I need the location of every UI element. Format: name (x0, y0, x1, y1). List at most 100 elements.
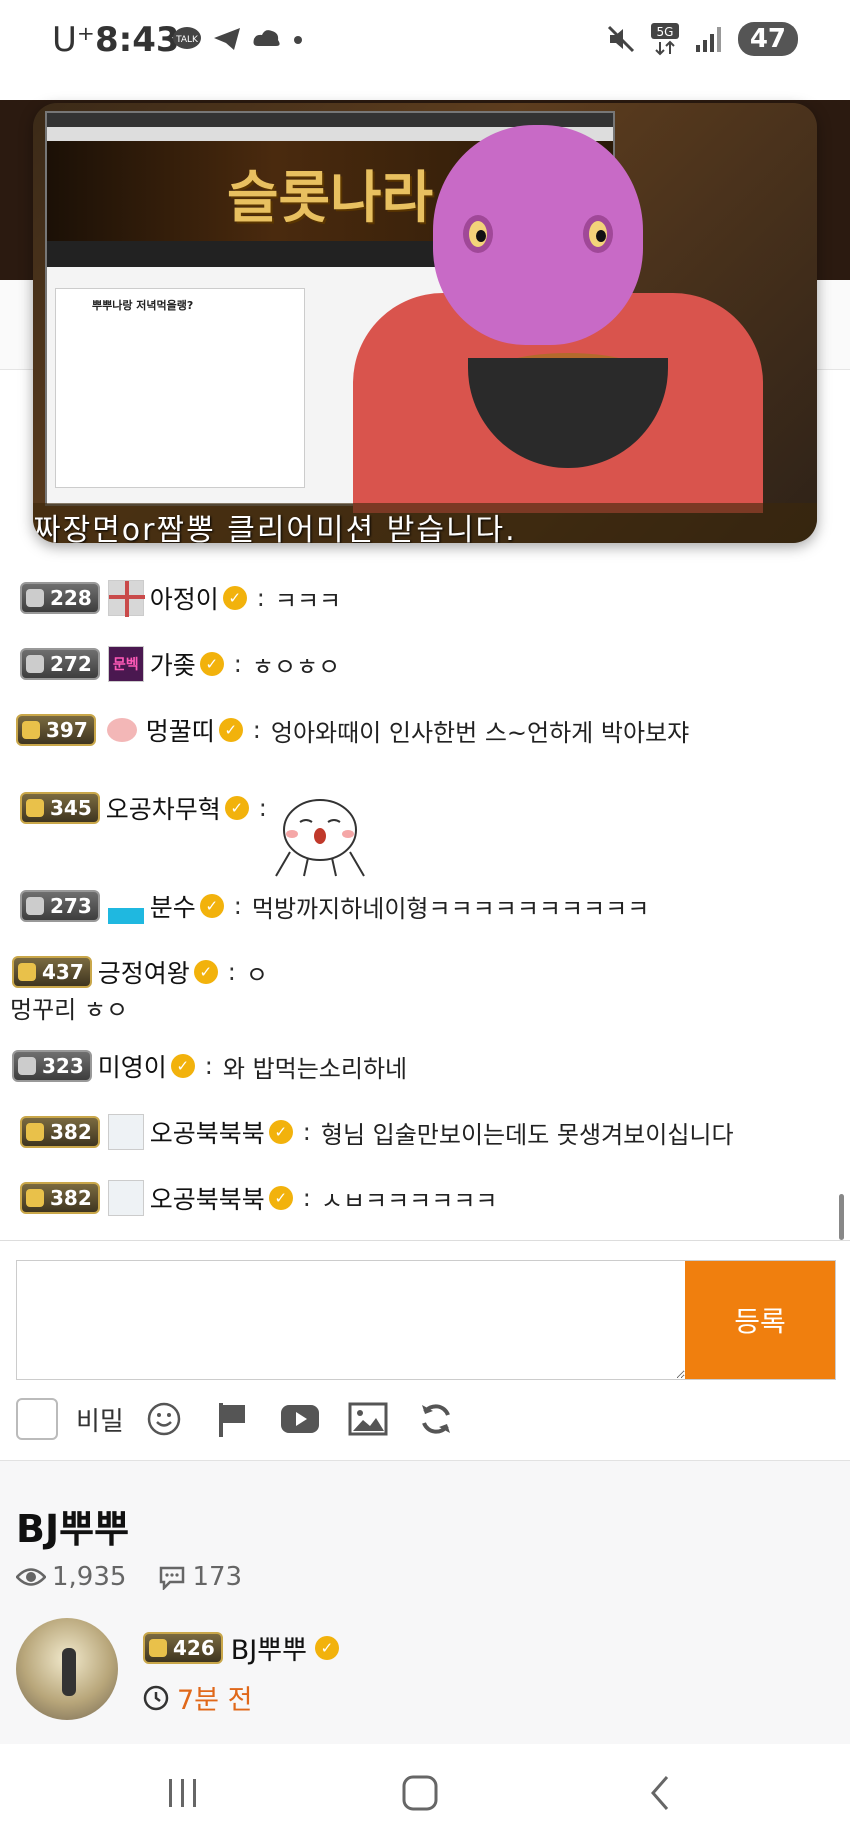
floating-video-player[interactable]: 슬롯나라 뿌뿌나랑 저녁먹을랭? 짜장면or짬뽕 클리어미션 받습니다. (33, 103, 817, 543)
chat-message: 323 미영이 ✓ : 와 밥먹는소리하네 (0, 1044, 850, 1088)
user-avatar[interactable] (107, 1180, 144, 1216)
user-avatar[interactable]: 문벡 (107, 646, 144, 682)
emoticon-sticker (275, 799, 365, 877)
recent-apps-button[interactable] (153, 1768, 213, 1818)
level-badge: 272 (20, 648, 100, 680)
level-badge: 397 (16, 714, 96, 746)
user-nickname[interactable]: 오공북북북 (150, 1180, 265, 1216)
post-time: 7분 전 (177, 1685, 253, 1716)
secret-checkbox[interactable] (16, 1398, 58, 1440)
level-badge: 382 (20, 1182, 100, 1214)
system-icons: 5G 47 (606, 22, 798, 56)
author-name[interactable]: BJ뿌뿌 (231, 1628, 307, 1667)
verified-icon: ✓ (170, 1054, 195, 1078)
chat-message: 228 아정이 ✓ : ㅋㅋㅋ (0, 576, 850, 620)
comment-icon (160, 1566, 185, 1590)
refresh-icon[interactable] (416, 1399, 456, 1439)
divider (0, 1240, 850, 1241)
chat-list: 228 아정이 ✓ : ㅋㅋㅋ 272 문벡 가좆 ✓ : ㅎㅇㅎㅇ 397 멍… (0, 560, 850, 1240)
mute-icon (607, 25, 634, 53)
video-caption: 짜장면or짬뽕 클리어미션 받습니다. (33, 513, 517, 543)
verified-icon: ✓ (268, 1186, 293, 1210)
cloud-icon (253, 30, 280, 46)
chat-message: 272 문벡 가좆 ✓ : ㅎㅇㅎㅇ (0, 642, 850, 686)
level-badge: 273 (20, 890, 100, 922)
comment-count: 173 (192, 1562, 243, 1592)
message-text: ㅇ (245, 960, 268, 989)
battery-indicator: 47 (737, 22, 798, 56)
user-avatar[interactable] (103, 712, 140, 748)
youtube-icon[interactable] (280, 1399, 320, 1439)
chat-message: 382 오공북북북 ✓ : 형님 입술만보이는데도 못생겨보이십니다 (0, 1110, 850, 1154)
chat-message: 437 긍정여왕 ✓ : ㅇ (0, 950, 850, 994)
input-toolbar: 비밀 (16, 1396, 456, 1442)
level-badge: 437 (12, 956, 92, 988)
user-nickname[interactable]: 아정이 (150, 580, 219, 616)
message-text: 먹방까지하네이형ㅋㅋㅋㅋㅋㅋㅋㅋㅋㅋ (251, 894, 650, 923)
view-count: 1,935 (52, 1562, 127, 1592)
system-nav-bar (0, 1744, 850, 1842)
notification-icons: TALK (172, 26, 304, 52)
user-nickname[interactable]: 오공북북북 (150, 1114, 265, 1150)
author-avatar[interactable] (16, 1618, 118, 1720)
telegram-icon (214, 28, 240, 50)
submit-button[interactable]: 등록 (685, 1261, 835, 1379)
verified-icon: ✓ (193, 960, 218, 984)
back-button[interactable] (630, 1768, 690, 1818)
verified-icon: ✓ (199, 894, 224, 918)
message-text: ㅎㅇㅎㅇ (251, 652, 341, 681)
user-avatar[interactable] (107, 1114, 144, 1150)
screen-post-title: 뿌뿌나랑 저녁먹을랭? (92, 299, 194, 312)
flag-icon[interactable] (212, 1399, 252, 1439)
screen-post: 뿌뿌나랑 저녁먹을랭? (55, 288, 305, 488)
home-button[interactable] (390, 1768, 450, 1818)
message-text: 형님 입술만보이는데도 못생겨보이십니다 (320, 1120, 734, 1149)
message-text-continued: 멍꾸리 ㅎㅇ (10, 995, 129, 1024)
level-badge: 382 (20, 1116, 100, 1148)
user-nickname[interactable]: 미영이 (98, 1048, 167, 1084)
post-stats: 1,935 173 (16, 1562, 274, 1592)
chat-message: 273 분수 ✓ : 먹방까지하네이형ㅋㅋㅋㅋㅋㅋㅋㅋㅋㅋ (0, 884, 850, 928)
dot-icon (294, 36, 302, 44)
verified-icon: ✓ (314, 1635, 339, 1660)
user-nickname[interactable]: 가좆 (150, 646, 196, 682)
user-nickname[interactable]: 긍정여왕 (98, 954, 190, 990)
carrier-label: U⁺ (52, 20, 95, 60)
post-time-row: 7분 전 (143, 1678, 252, 1717)
post-title: BJ뿌뿌 (16, 1507, 130, 1551)
image-icon[interactable] (348, 1399, 388, 1439)
verified-icon: ✓ (222, 586, 247, 610)
chat-message: 397 멍꿀띠 ✓ : 엉아와때이 인사한번 스~언하게 박아보쟈 (0, 708, 850, 752)
verified-icon: ✓ (199, 652, 224, 676)
user-nickname[interactable]: 오공차무혁 (106, 790, 221, 826)
chat-scrollbar[interactable] (839, 1194, 844, 1240)
signal-icon (695, 27, 721, 52)
emoji-icon[interactable] (144, 1399, 184, 1439)
level-badge: 323 (12, 1050, 92, 1082)
streamer-camera (323, 103, 817, 543)
svg-text:5G: 5G (656, 25, 673, 39)
message-text: ㅅㅂㅋㅋㅋㅋㅋㅋ (320, 1186, 498, 1215)
5g-icon: 5G (650, 23, 679, 56)
eye-icon (16, 1568, 46, 1586)
secret-label: 비밀 (76, 1406, 124, 1437)
user-avatar[interactable] (107, 580, 145, 617)
chat-input[interactable] (17, 1261, 685, 1379)
verified-icon: ✓ (268, 1120, 293, 1144)
chat-input-box: 등록 (16, 1260, 836, 1380)
message-text: ㅋㅋㅋ (274, 586, 342, 615)
verified-icon: ✓ (218, 718, 243, 742)
author-level-badge: 426 (143, 1631, 223, 1664)
user-nickname[interactable]: 멍꿀띠 (146, 712, 215, 748)
svg-text:TALK: TALK (175, 35, 199, 45)
clock-icon (143, 1685, 169, 1710)
chat-message: 382 오공북북북 ✓ : ㅅㅂㅋㅋㅋㅋㅋㅋ (0, 1176, 850, 1220)
level-badge: 345 (20, 792, 100, 824)
status-bar: U⁺ 8:43 TALK 5G 47 (0, 0, 850, 90)
verified-icon: ✓ (224, 796, 249, 820)
level-badge: 228 (20, 582, 100, 614)
message-text: 엉아와때이 인사한번 스~언하게 박아보쟈 (270, 718, 690, 747)
user-avatar[interactable] (107, 888, 144, 924)
message-text: 와 밥먹는소리하네 (222, 1054, 408, 1083)
user-nickname[interactable]: 분수 (150, 888, 196, 924)
